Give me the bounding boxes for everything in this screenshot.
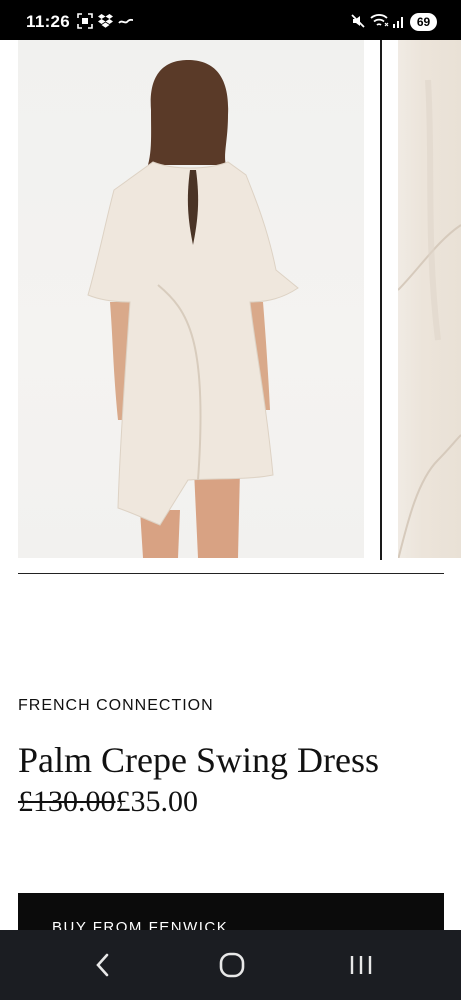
status-bar: 11:26 69 — [0, 0, 461, 40]
price-row: £130.00£35.00 — [18, 785, 198, 819]
app-icon — [118, 18, 134, 24]
gallery-divider — [380, 40, 382, 560]
gallery-rule — [18, 573, 444, 574]
home-icon[interactable] — [212, 948, 252, 982]
recents-icon[interactable] — [341, 948, 381, 982]
dropbox-icon — [98, 14, 113, 28]
navigation-bar — [0, 930, 461, 1000]
mute-icon — [351, 14, 365, 28]
dress-detail-photo[interactable] — [398, 40, 461, 558]
dress-back-view-photo[interactable] — [18, 40, 364, 558]
brand-name[interactable]: FRENCH CONNECTION — [18, 697, 214, 715]
battery-badge: 69 — [410, 13, 437, 31]
signal-icon — [393, 17, 403, 28]
product-title: Palm Crepe Swing Dress — [18, 740, 379, 780]
original-price: £130.00 — [18, 785, 116, 818]
screenshot-icon — [77, 13, 93, 29]
back-icon[interactable] — [83, 948, 123, 982]
product-gallery[interactable] — [0, 40, 461, 570]
status-time: 11:26 — [26, 12, 71, 31]
wifi-icon — [370, 14, 389, 27]
sale-price: £35.00 — [115, 785, 199, 818]
